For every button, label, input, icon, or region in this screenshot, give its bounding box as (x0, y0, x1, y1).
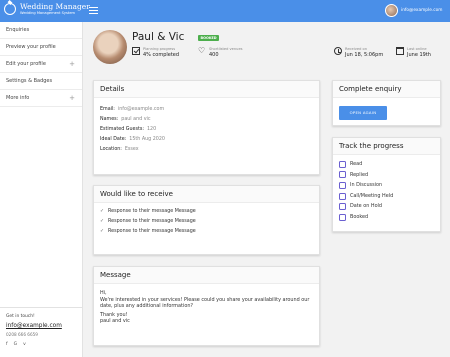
stat-label: Planning progress (143, 47, 176, 51)
check-icon: ✓ (100, 219, 105, 224)
vimeo-icon[interactable]: v (23, 342, 26, 347)
app-title: Wedding Manager (20, 2, 90, 11)
sidebar-item-enquiries[interactable]: Enquiries (0, 22, 82, 39)
clock-icon (334, 47, 342, 55)
progress-card: Track the progress Read Replied In Discu… (332, 137, 441, 232)
menu-icon[interactable] (89, 7, 98, 14)
sidebar-item-more-info[interactable]: More info + (0, 90, 82, 107)
contact-email-link[interactable]: info@example.com (6, 323, 77, 329)
stat-label: Shortlisted venues (209, 47, 243, 51)
sidebar-footer: Get in touch! info@example.com 0208 666 … (0, 307, 83, 357)
checkbox[interactable] (339, 181, 346, 189)
sidebar: Enquiries Preview your profile Edit your… (0, 22, 83, 357)
calendar-icon (396, 47, 404, 55)
progress-item-call-meeting[interactable]: Call/Meeting Held (333, 191, 440, 202)
card-title: Message (94, 267, 319, 284)
status-badge: BOOKED (198, 35, 220, 41)
receive-card: Would like to receive ✓ Response to their… (93, 185, 320, 255)
stat-received-on: Received on Jun 18, 5:06pm (334, 47, 383, 58)
progress-item-in-discussion[interactable]: In Discussion (333, 180, 440, 191)
detail-row-date: Ideal Date: 15th Aug 2020 (100, 137, 165, 142)
card-title: Would like to receive (94, 186, 319, 203)
enquiry-card: Complete enquiry OPEN AGAIN (332, 80, 441, 126)
details-card: Details Email: info@example.com Names: pau… (93, 80, 320, 175)
app-subtitle: Wedding Management System (20, 10, 76, 15)
contact-phone: 0208 666 6659 (6, 332, 38, 337)
stat-value: 4% completed (143, 52, 180, 58)
sidebar-item-preview-profile[interactable]: Preview your profile (0, 39, 82, 56)
card-title: Complete enquiry (333, 81, 440, 98)
sidebar-item-settings[interactable]: Settings & Badges (0, 73, 82, 90)
progress-item-replied[interactable]: Replied (333, 170, 440, 181)
stat-value: June 19th (407, 52, 431, 58)
detail-row-guests: Estimated Guests: 120 (100, 127, 157, 132)
progress-item-date-on-hold[interactable]: Date on Hold (333, 201, 440, 212)
detail-row-location: Location: Essex (100, 147, 139, 152)
stat-shortlisted-venues: ♡ Shortlisted venues 400 (198, 46, 243, 59)
check-box-icon (132, 47, 140, 55)
stat-last-online: Last online June 19th (396, 47, 431, 58)
couple-names: Paul & Vic (132, 31, 185, 43)
sidebar-item-label: More info (6, 95, 30, 101)
sidebar-item-label: Enquiries (6, 27, 30, 33)
checkbox[interactable] (339, 203, 346, 211)
plus-icon[interactable]: + (69, 56, 75, 73)
detail-row-email: Email: info@example.com (100, 107, 165, 112)
checkbox[interactable] (339, 192, 346, 200)
sidebar-item-label: Edit your profile (6, 61, 46, 67)
progress-item-booked[interactable]: Booked (333, 212, 440, 223)
avatar[interactable] (385, 4, 398, 17)
check-icon: ✓ (100, 209, 105, 214)
checkbox[interactable] (339, 213, 346, 221)
message-card: Message Hi, We're interested in your ser… (93, 266, 320, 346)
stat-label: Received on (345, 47, 367, 51)
open-again-button[interactable]: OPEN AGAIN (339, 106, 387, 120)
ring-icon (4, 3, 16, 16)
check-icon: ✓ (100, 229, 105, 234)
card-title: Track the progress (333, 138, 440, 155)
couple-photo (93, 30, 127, 64)
heart-icon: ♡ (198, 46, 206, 55)
progress-item-read[interactable]: Read (333, 159, 440, 170)
stat-value: Jun 18, 5:06pm (345, 52, 384, 58)
get-in-touch-heading: Get in touch! (6, 314, 35, 319)
stat-label: Last online (407, 47, 427, 51)
logo[interactable]: Wedding Manager Wedding Management Syste… (4, 2, 90, 16)
checkbox[interactable] (339, 160, 346, 168)
card-title: Details (94, 81, 319, 98)
sidebar-item-label: Preview your profile (6, 44, 56, 50)
user-email[interactable]: info@example.com (401, 8, 442, 13)
stat-value: 400 (209, 52, 219, 58)
detail-row-names: Names: paul and vic (100, 117, 151, 122)
plus-icon[interactable]: + (69, 90, 75, 107)
checkbox[interactable] (339, 171, 346, 179)
stat-planning-progress: Planning progress 4% completed (132, 47, 179, 58)
list-item: ✓ Response to their message Message (100, 209, 196, 214)
top-bar: Wedding Manager Wedding Management Syste… (0, 0, 450, 22)
list-item: ✓ Response to their message Message (100, 229, 196, 234)
sidebar-item-label: Settings & Badges (6, 78, 53, 84)
sidebar-item-edit-profile[interactable]: Edit your profile + (0, 56, 82, 73)
message-body: Hi, We're interested in your services! P… (100, 290, 310, 325)
facebook-icon[interactable]: f (6, 342, 8, 347)
list-item: ✓ Response to their message Message (100, 219, 196, 224)
google-icon[interactable]: G (14, 342, 18, 347)
